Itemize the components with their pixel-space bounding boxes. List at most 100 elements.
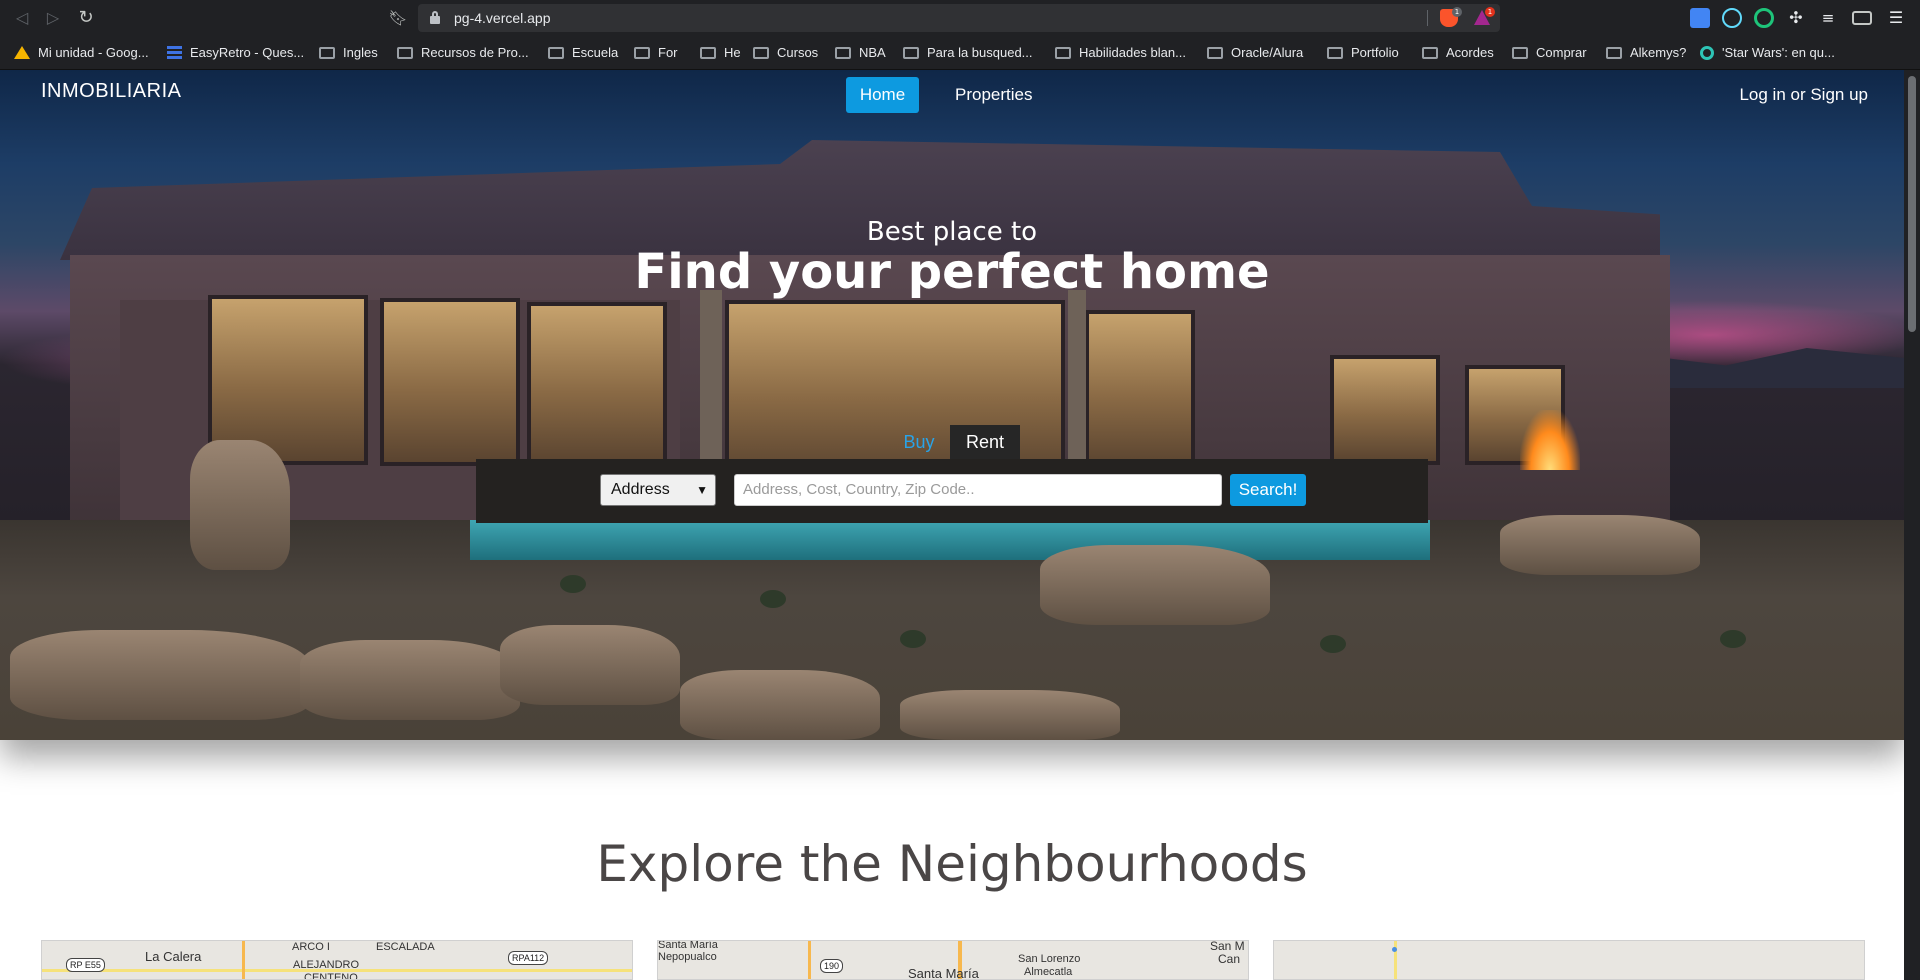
folder-icon [700, 46, 716, 59]
bookmark-folder[interactable]: Recursos de Pro... [397, 36, 529, 70]
folder-icon [1055, 46, 1071, 59]
boulder [10, 630, 310, 720]
road-shield: RP E55 [66, 958, 105, 972]
address-bar[interactable]: pg-4.vercel.app 1 1 [418, 4, 1500, 32]
house-window [1330, 355, 1440, 465]
bookmark-folder[interactable]: Ingles [319, 36, 378, 70]
tab-rent[interactable]: Rent [950, 425, 1020, 459]
search-panel: Address ▼ Address, Cost, Country, Zip Co… [476, 459, 1428, 523]
map-label: Almecatla [1024, 966, 1073, 978]
bookmark-label: Escuela [572, 45, 619, 60]
road-shield: 190 [820, 959, 844, 973]
folder-icon [634, 46, 650, 59]
boulder [300, 640, 520, 720]
shrub [560, 575, 586, 593]
map-label: La Calera [145, 949, 202, 964]
search-button[interactable]: Search! [1230, 474, 1306, 506]
map-label: ESCALADA [376, 941, 435, 953]
bookmark-label: Recursos de Pro... [421, 45, 529, 60]
google-drive-icon [14, 46, 30, 60]
nav-properties-link[interactable]: Properties [943, 77, 1044, 113]
bookmark-label: For [658, 45, 678, 60]
page-scrollbar[interactable] [1904, 70, 1920, 980]
map-road [808, 941, 811, 979]
pool [470, 520, 1430, 560]
folder-icon [1512, 46, 1528, 59]
hero-subtitle: Best place to [866, 217, 1038, 247]
folder-icon [1327, 46, 1343, 59]
boulder [1040, 545, 1270, 625]
bookmark-label: Habilidades blan... [1079, 45, 1186, 60]
search-type-select[interactable]: Address ▼ [600, 474, 716, 506]
bookmark-folder[interactable]: For [634, 36, 678, 70]
map-marker [1392, 947, 1397, 952]
extensions-puzzle-icon[interactable]: ✣ [1786, 8, 1806, 28]
folder-icon [1422, 46, 1438, 59]
bookmark-item[interactable]: Mi unidad - Goog... [14, 36, 149, 70]
back-arrow-icon[interactable]: ◁ [10, 6, 34, 30]
tab-buy[interactable]: Buy [888, 425, 950, 459]
shrub [1720, 630, 1746, 648]
bookmark-folder[interactable]: He [700, 36, 741, 70]
bookmark-label: Alkemys? [1630, 45, 1687, 60]
bookmark-folder[interactable]: Acordes [1422, 36, 1494, 70]
shrub [760, 590, 786, 608]
boulder [680, 670, 880, 740]
bookmark-folder[interactable]: NBA [835, 36, 886, 70]
scrollbar-thumb[interactable] [1908, 76, 1916, 332]
bookmark-folder[interactable]: Escuela [548, 36, 618, 70]
search-input[interactable]: Address, Cost, Country, Zip Code.. [734, 474, 1222, 506]
map-label: Santa María [658, 940, 718, 951]
bookmark-folder[interactable]: Oracle/Alura [1207, 36, 1303, 70]
shrub [900, 630, 926, 648]
chevron-down-icon: ▼ [696, 483, 708, 497]
bookmark-folder[interactable]: Comprar [1512, 36, 1587, 70]
reload-icon[interactable]: ↻ [74, 6, 98, 30]
brave-shields-badge: 1 [1452, 7, 1462, 17]
house-window [527, 302, 667, 467]
login-signup-link[interactable]: Log in or Sign up [1739, 83, 1868, 107]
bookmark-folder[interactable]: Habilidades blan... [1055, 36, 1186, 70]
media-playlist-icon[interactable]: ≡ [1818, 8, 1838, 28]
map-label: Santa María [908, 966, 979, 980]
folder-icon [753, 46, 769, 59]
bookmark-label: Para la busqued... [927, 45, 1033, 60]
boulder [190, 440, 290, 570]
nav-home-link[interactable]: Home [846, 77, 919, 113]
bookmark-label: Acordes [1446, 45, 1494, 60]
fire-pit [1520, 410, 1580, 470]
address-bar-divider [1427, 10, 1428, 26]
url-text[interactable]: pg-4.vercel.app [454, 4, 551, 32]
lock-icon[interactable] [430, 11, 440, 24]
wallet-icon[interactable] [1852, 11, 1872, 25]
vpn-extension-icon[interactable] [1754, 8, 1774, 28]
bookmark-label: NBA [859, 45, 886, 60]
translate-extension-icon[interactable] [1690, 8, 1710, 28]
star-wars-icon [1700, 45, 1714, 60]
neighbourhood-map[interactable]: Santa María Nepopualco 190 Santa María S… [657, 940, 1249, 980]
bookmark-folder[interactable]: Para la busqued... [903, 36, 1033, 70]
bookmark-page-icon[interactable]: 🔖︎ [388, 6, 408, 30]
house-window [380, 298, 520, 466]
house-window [1085, 310, 1195, 470]
react-devtools-icon[interactable] [1722, 8, 1742, 28]
folder-icon [835, 46, 851, 59]
browser-menu-icon[interactable]: ☰ [1886, 8, 1906, 28]
bookmark-label: Oracle/Alura [1231, 45, 1304, 60]
bookmark-label: He [724, 45, 741, 60]
bookmark-item[interactable]: EasyRetro - Ques... [167, 36, 304, 70]
select-value: Address [611, 481, 670, 498]
bookmark-label: Portfolio [1351, 45, 1399, 60]
site-logo[interactable]: INMOBILIARIA [41, 70, 181, 112]
forward-arrow-icon[interactable]: ▷ [41, 6, 65, 30]
road-shield: RPA112 [508, 951, 549, 965]
neighbourhood-map[interactable] [1273, 940, 1865, 980]
bookmark-label: Ingles [343, 45, 378, 60]
bookmark-item[interactable]: 'Star Wars': en qu... [1700, 36, 1835, 70]
neighbourhood-map[interactable]: RP E55 La Calera ARCO I ESCALADA ALEJAND… [41, 940, 633, 980]
bookmark-folder[interactable]: Alkemys? [1606, 36, 1686, 70]
bookmark-folder[interactable]: Portfolio [1327, 36, 1399, 70]
boulder [900, 690, 1120, 740]
bookmark-folder[interactable]: Cursos [753, 36, 818, 70]
folder-icon [548, 46, 564, 59]
